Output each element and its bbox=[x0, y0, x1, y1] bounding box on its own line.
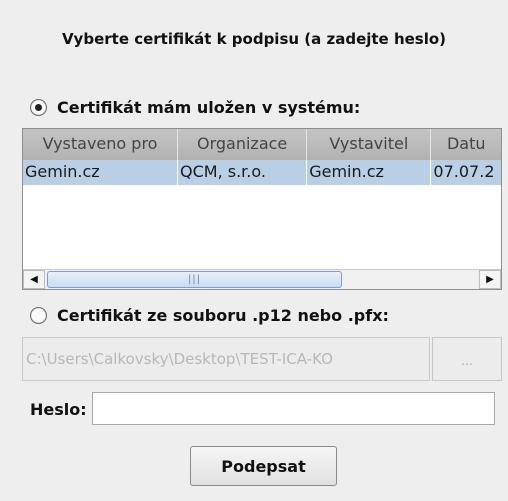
radio-file-label: Certifikát ze souboru .p12 nebo .pfx: bbox=[57, 305, 389, 325]
radio-file-certificate[interactable]: Certifikát ze souboru .p12 nebo .pfx: bbox=[30, 303, 389, 327]
cell-date: 07.07.2 bbox=[433, 162, 495, 181]
cell-issuer: Gemin.cz bbox=[307, 160, 432, 185]
scroll-left-arrow-icon[interactable]: ◀ bbox=[23, 270, 45, 289]
sign-button[interactable]: Podepsat bbox=[190, 446, 337, 486]
scrollbar-thumb[interactable]: ||| bbox=[47, 271, 342, 288]
cell-issued-to: Gemin.cz bbox=[23, 160, 179, 185]
table-header: Vystaveno pro Organizace Vystavitel Datu bbox=[23, 129, 501, 160]
horizontal-scrollbar[interactable]: ◀ ||| ▶ bbox=[23, 269, 501, 289]
column-header-organization[interactable]: Organizace bbox=[178, 129, 308, 160]
password-label: Heslo: bbox=[30, 400, 87, 419]
scrollbar-grip-icon: ||| bbox=[187, 274, 202, 285]
column-header-date[interactable]: Datu bbox=[431, 129, 501, 160]
cell-organization: QCM, s.r.o. bbox=[178, 160, 308, 185]
certificate-table[interactable]: Vystaveno pro Organizace Vystavitel Datu… bbox=[22, 128, 502, 290]
scroll-right-arrow-icon[interactable]: ▶ bbox=[479, 270, 501, 289]
password-input[interactable] bbox=[92, 392, 495, 425]
file-path-field[interactable]: C:\Users\Calkovsky\Desktop\TEST-ICA-KO bbox=[22, 337, 430, 381]
column-header-issued-to[interactable]: Vystaveno pro bbox=[23, 129, 179, 160]
radio-system-certificate[interactable]: Certifikát mám uložen v systému: bbox=[30, 95, 360, 119]
column-header-issuer[interactable]: Vystavitel bbox=[307, 129, 432, 160]
table-row[interactable]: Gemin.cz QCM, s.r.o. Gemin.cz 07.07.2 bbox=[23, 160, 501, 185]
radio-system-label: Certifikát mám uložen v systému: bbox=[57, 97, 361, 117]
dialog-title: Vyberte certifikát k podpisu (a zadejte … bbox=[61, 30, 447, 48]
browse-button[interactable]: ... bbox=[432, 337, 502, 381]
radio-unselected-icon[interactable] bbox=[30, 306, 47, 324]
radio-selected-icon[interactable] bbox=[30, 98, 47, 116]
